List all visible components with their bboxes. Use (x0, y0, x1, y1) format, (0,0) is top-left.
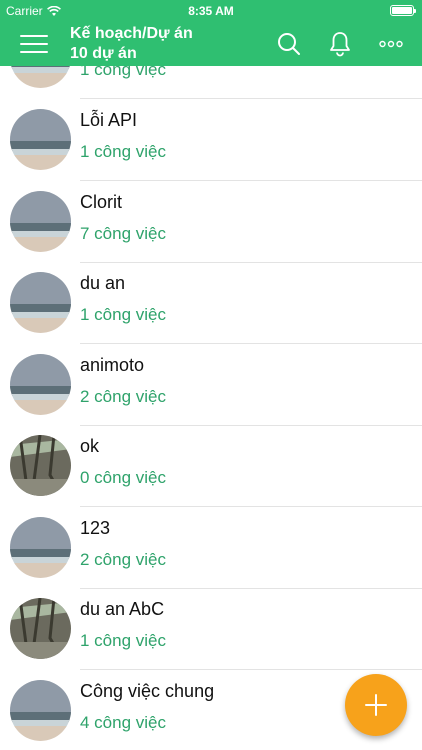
task-count: 1 công việc (80, 142, 166, 161)
project-thumbnail (10, 66, 71, 88)
project-name: 123 (80, 518, 111, 538)
project-row[interactable]: du an 1 công việc (0, 262, 422, 344)
project-row[interactable]: animoto 2 công việc (0, 344, 422, 426)
project-row[interactable]: Clorit 7 công việc (0, 181, 422, 263)
project-name: ok (80, 436, 100, 456)
more-icon[interactable] (375, 28, 407, 60)
app-screen: Carrier 8:35 AM Kế hoạch/Dự án 10 dự án (0, 0, 422, 750)
project-row[interactable]: du an AbC 1 công việc (0, 588, 422, 670)
menu-icon[interactable] (16, 30, 52, 58)
project-thumbnail (10, 191, 71, 252)
plus-icon (365, 694, 387, 716)
task-count: 2 công việc (80, 550, 166, 569)
task-count: 2 công việc (80, 387, 166, 406)
project-thumbnail (10, 435, 71, 496)
project-thumbnail (10, 109, 71, 170)
status-bar: Carrier 8:35 AM (0, 0, 422, 22)
project-name: Công việc chung (80, 681, 215, 701)
project-name: Clorit (80, 192, 123, 212)
project-thumbnail (10, 354, 71, 415)
task-count: 7 công việc (80, 224, 166, 243)
project-name: du an AbC (80, 599, 165, 619)
project-name: Lỗi API (80, 110, 138, 130)
project-thumbnail (10, 517, 71, 578)
bell-icon[interactable] (324, 28, 356, 60)
project-row[interactable]: Lỗi API 1 công việc (0, 99, 422, 181)
project-row[interactable]: 1 công việc (0, 66, 422, 99)
task-count: 1 công việc (80, 305, 166, 324)
task-count: 4 công việc (80, 713, 166, 732)
project-thumbnail (10, 680, 71, 741)
nav-titles: Kế hoạch/Dự án 10 dự án (70, 24, 193, 64)
project-name: du an (80, 273, 126, 293)
task-count: 1 công việc (80, 66, 166, 79)
project-name: animoto (80, 355, 145, 375)
project-list: 1 công việc Lỗi API 1 công việc Clorit 7… (0, 66, 422, 750)
navigation-bar: Kế hoạch/Dự án 10 dự án (0, 22, 422, 66)
project-thumbnail (10, 272, 71, 333)
project-row[interactable]: ok 0 công việc (0, 425, 422, 507)
project-row[interactable]: 123 2 công việc (0, 507, 422, 589)
task-count: 1 công việc (80, 631, 166, 650)
project-thumbnail (10, 598, 71, 659)
clock: 8:35 AM (188, 4, 234, 18)
project-count: 10 dự án (70, 45, 137, 62)
search-icon[interactable] (273, 28, 305, 60)
battery-icon (390, 5, 416, 16)
add-project-button[interactable] (345, 674, 407, 736)
task-count: 0 công việc (80, 468, 166, 487)
page-title: Kế hoạch/Dự án (70, 25, 193, 42)
